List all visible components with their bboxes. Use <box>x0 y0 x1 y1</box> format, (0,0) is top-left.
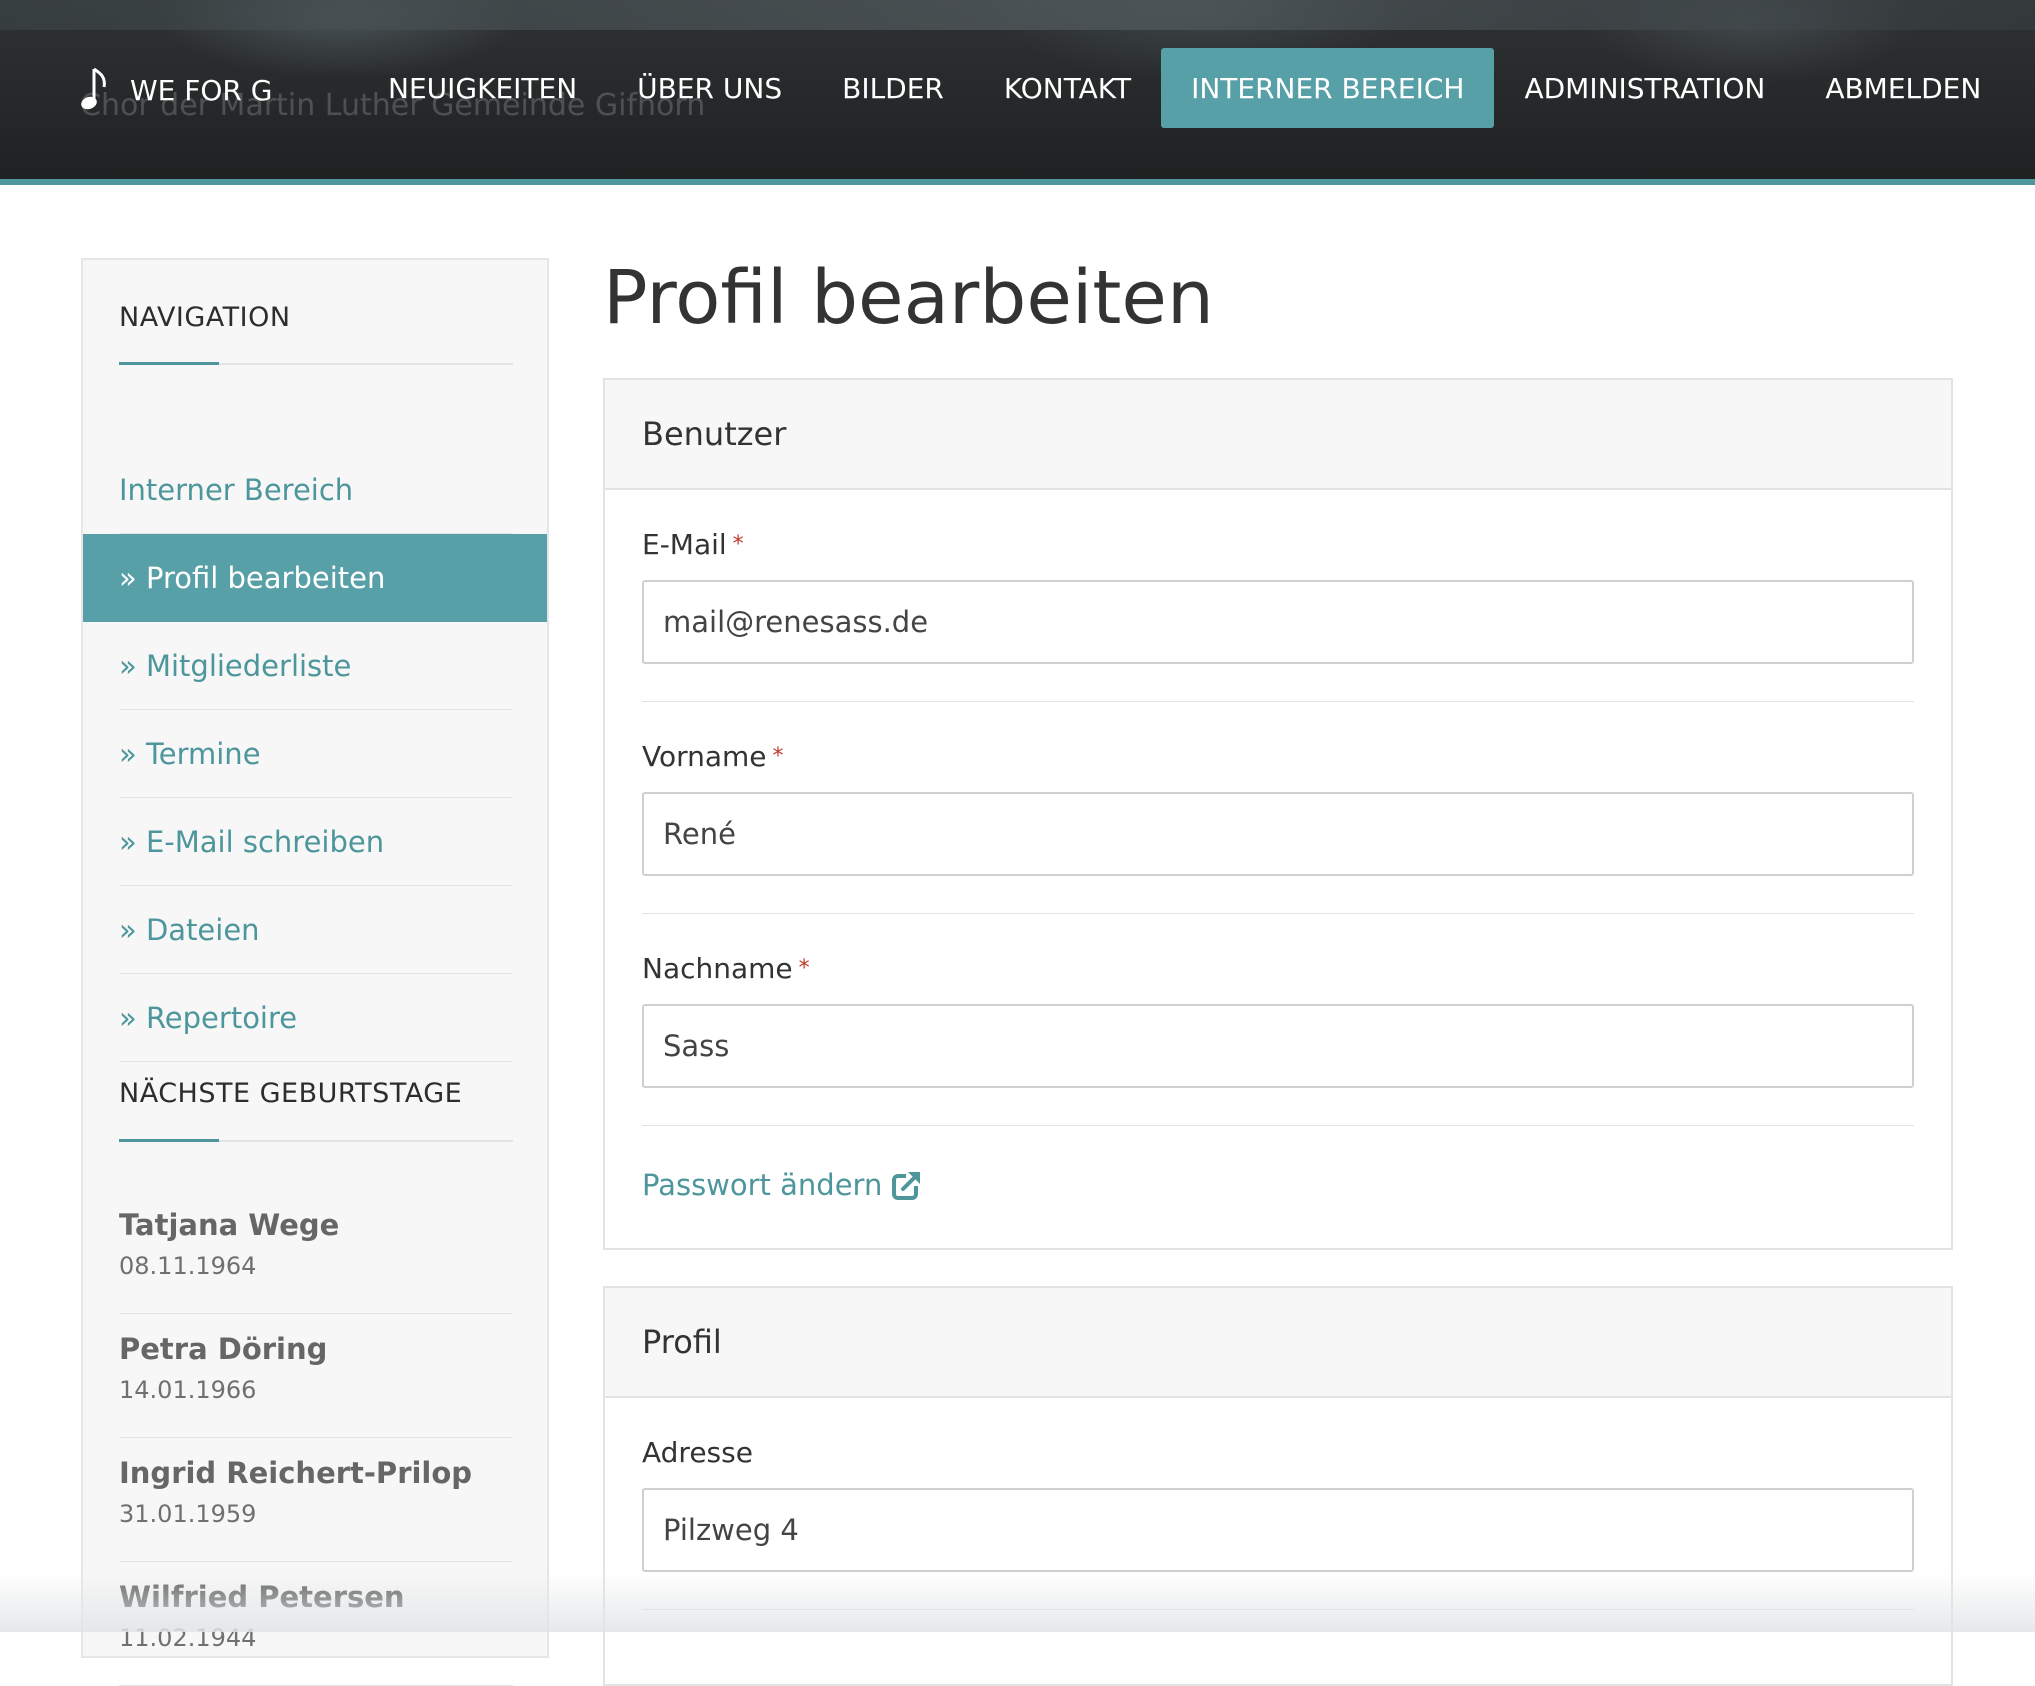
birthday-name: Ingrid Reichert-Prilop <box>119 1456 473 1490</box>
nav-bilder[interactable]: BILDER <box>812 48 974 128</box>
birthday-name: Tatjana Wege <box>119 1208 340 1242</box>
required-marker: * <box>732 532 744 557</box>
brand-logo[interactable]: WE FOR G <box>80 62 272 118</box>
sidebar-item-termine[interactable]: » Termine <box>83 710 547 798</box>
firstname-label: Vorname * <box>642 740 1914 774</box>
profile-panel-title: Profil <box>605 1288 1951 1398</box>
external-link-icon <box>892 1170 923 1200</box>
firstname-field[interactable] <box>642 792 1914 876</box>
sidebar-item-email-schreiben[interactable]: » E-Mail schreiben <box>83 798 547 886</box>
nav-neuigkeiten[interactable]: NEUIGKEITEN <box>358 48 607 128</box>
navigation-heading-rule <box>119 362 513 365</box>
user-panel-body: E-Mail* Vorname* Nachname* Passwort ände… <box>605 490 1951 1244</box>
lastname-field[interactable] <box>642 1004 1914 1088</box>
address-form-group: Adresse <box>642 1398 1914 1610</box>
sidebar-item-profil-bearbeiten[interactable]: » Profil bearbeiten <box>83 534 547 622</box>
required-marker: * <box>772 744 784 769</box>
nav-administration[interactable]: ADMINISTRATION <box>1494 48 1795 128</box>
brand-name: WE FOR G <box>130 73 273 107</box>
music-note-icon <box>81 67 106 110</box>
nav-abmelden[interactable]: ABMELDEN <box>1795 48 2011 128</box>
sidebar-item-dateien[interactable]: » Dateien <box>83 886 547 974</box>
profile-panel: Profil Adresse <box>603 1286 1953 1686</box>
birthday-name: Petra Döring <box>119 1332 328 1366</box>
header-background-strip <box>0 0 2035 30</box>
email-label: E-Mail * <box>642 528 1914 562</box>
firstname-label-text: Vorname <box>642 740 767 773</box>
nav-kontakt[interactable]: KONTAKT <box>974 48 1161 128</box>
birthday-date: 11.02.1944 <box>119 1624 257 1652</box>
lastname-form-group: Nachname * <box>642 914 1914 1126</box>
list-item: Tatjana Wege 08.11.1964 <box>119 1190 513 1314</box>
change-password-label: Passwort ändern <box>642 1168 883 1202</box>
lastname-label-text: Nachname <box>642 952 793 985</box>
profile-panel-body: Adresse <box>605 1398 1951 1610</box>
user-panel: Benutzer E-Mail* Vorname* Nachname* Pass… <box>603 378 1953 1250</box>
birthday-name: Wilfried Petersen <box>119 1580 405 1614</box>
sidebar-item-interner-bereich[interactable]: Interner Bereich <box>83 446 547 534</box>
email-field[interactable] <box>642 580 1914 664</box>
required-marker: * <box>798 956 810 981</box>
user-panel-title: Benutzer <box>605 380 1951 490</box>
sidebar-nav: Interner Bereich » Profil bearbeiten » M… <box>83 446 547 1062</box>
nav-interner-bereich[interactable]: INTERNER BEREICH <box>1161 48 1495 128</box>
email-form-group: E-Mail * <box>642 490 1914 702</box>
sidebar-item-repertoire[interactable]: » Repertoire <box>83 974 547 1062</box>
sidebar-item-mitgliederliste[interactable]: » Mitgliederliste <box>83 622 547 710</box>
change-password-link[interactable]: Passwort ändern <box>642 1126 1914 1244</box>
site-header: Chor der Martin Luther Gemeinde Gifhorn … <box>0 0 2035 185</box>
sidebar: NAVIGATION Interner Bereich » Profil bea… <box>81 258 549 1686</box>
list-item: Ingrid Reichert-Prilop 31.01.1959 <box>119 1438 513 1562</box>
email-label-text: E-Mail <box>642 528 727 561</box>
firstname-form-group: Vorname * <box>642 702 1914 914</box>
birthday-list: Tatjana Wege 08.11.1964 Petra Döring 14.… <box>119 1190 513 1686</box>
birthdays-heading-rule <box>119 1139 513 1142</box>
birthdays-heading: NÄCHSTE GEBURTSTAGE <box>119 1078 463 1109</box>
page-title: Profil bearbeiten <box>603 255 1214 341</box>
birthday-date: 08.11.1964 <box>119 1252 257 1280</box>
birthday-date: 14.01.1966 <box>119 1376 257 1404</box>
address-label: Adresse <box>642 1436 753 1469</box>
lastname-label: Nachname * <box>642 952 1914 986</box>
nav-ueber-uns[interactable]: ÜBER UNS <box>607 48 812 128</box>
birthday-date: 31.01.1959 <box>119 1500 257 1528</box>
address-field[interactable] <box>642 1488 1914 1572</box>
list-item: Wilfried Petersen 11.02.1944 <box>119 1562 513 1686</box>
navigation-heading: NAVIGATION <box>119 302 291 333</box>
list-item: Petra Döring 14.01.1966 <box>119 1314 513 1438</box>
main-navigation: NEUIGKEITEN ÜBER UNS BILDER KONTAKT INTE… <box>358 48 2011 128</box>
